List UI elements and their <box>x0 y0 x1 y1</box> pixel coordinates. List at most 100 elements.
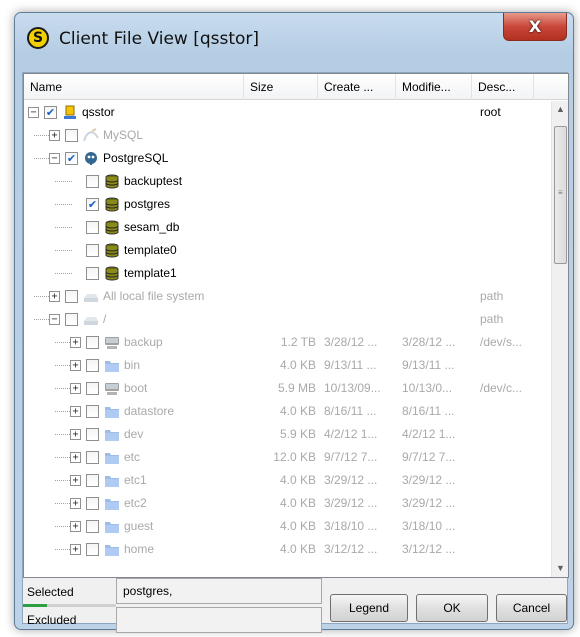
client-file-view-window: S Client File View [qsstor] X Name Size … <box>14 12 574 633</box>
tree-row-size: 4.0 KB <box>279 542 316 556</box>
tree-row[interactable]: − ✔ PostgreSQL <box>24 147 551 170</box>
tree-row-checkbox[interactable] <box>86 267 99 280</box>
tree-row-checkbox[interactable]: ✔ <box>65 152 78 165</box>
column-header-name[interactable]: Name <box>24 74 244 100</box>
tree-row-modified: 9/13/11 ... <box>402 358 455 372</box>
column-header-size[interactable]: Size <box>244 74 318 100</box>
tree-row[interactable]: + All local file system path <box>24 285 551 308</box>
selection-progress <box>23 604 116 607</box>
tree-row[interactable]: template0 <box>24 239 551 262</box>
expand-icon[interactable]: + <box>70 360 81 371</box>
collapse-icon[interactable]: − <box>49 314 60 325</box>
scrollbar-thumb[interactable]: ≡ <box>554 126 567 264</box>
tree-row[interactable]: + guest 4.0 KB 3/18/10 ... 3/18/10 ... <box>24 515 551 538</box>
expand-icon[interactable]: + <box>70 406 81 417</box>
tree-row[interactable]: + dev 5.9 KB 4/2/12 1... 4/2/12 1... <box>24 423 551 446</box>
tree-row[interactable]: + etc1 4.0 KB 3/29/12 ... 3/29/12 ... <box>24 469 551 492</box>
tree-connector-line <box>55 273 72 274</box>
tree-row-checkbox[interactable] <box>86 405 99 418</box>
tree-row-checkbox[interactable] <box>86 428 99 441</box>
cancel-button[interactable]: Cancel <box>496 594 567 622</box>
close-button[interactable]: X <box>503 13 567 41</box>
tree-row-size: 5.9 MB <box>277 381 316 395</box>
tree-row[interactable]: + datastore 4.0 KB 8/16/11 ... 8/16/11 ... <box>24 400 551 423</box>
column-header-created[interactable]: Create ... <box>318 74 396 100</box>
tree-row[interactable]: + MySQL <box>24 124 551 147</box>
expand-icon[interactable]: + <box>49 130 60 141</box>
tree-row-checkbox[interactable] <box>86 175 99 188</box>
tree-row-desc: path <box>480 289 504 303</box>
file-tree-grid: Name Size Create ... Modifie... Desc... … <box>23 73 569 578</box>
expand-icon[interactable]: + <box>70 429 81 440</box>
tree-row-label: MySQL <box>103 128 144 142</box>
expand-icon[interactable]: + <box>70 475 81 486</box>
drive-icon <box>83 289 99 304</box>
tree-row[interactable]: + backup 1.2 TB 3/28/12 ... 3/28/12 ... /dev/… <box>24 331 551 354</box>
selected-label: Selected <box>27 585 74 599</box>
folder-icon <box>104 450 120 465</box>
title-bar[interactable]: S Client File View [qsstor] X <box>15 13 573 65</box>
scrollbar-grip-icon: ≡ <box>558 188 563 197</box>
ok-button[interactable]: OK <box>416 594 488 622</box>
selected-field: postgres, <box>116 578 322 604</box>
drive-icon <box>83 312 99 327</box>
scroll-up-icon[interactable]: ▲ <box>552 101 568 118</box>
tree-row-label: sesam_db <box>124 220 180 234</box>
expand-icon[interactable]: + <box>49 291 60 302</box>
tree-row-checkbox[interactable] <box>86 543 99 556</box>
tree-row-label: bin <box>124 358 141 372</box>
tree-row[interactable]: sesam_db <box>24 216 551 239</box>
collapse-icon[interactable]: − <box>49 153 60 164</box>
tree-row-checkbox[interactable] <box>86 474 99 487</box>
tree-connector-line <box>55 227 72 228</box>
legend-button[interactable]: Legend <box>330 594 408 622</box>
tree-row-label: template0 <box>124 243 177 257</box>
collapse-icon[interactable]: − <box>28 107 39 118</box>
expand-icon[interactable]: + <box>70 383 81 394</box>
folder-icon <box>104 427 120 442</box>
scroll-down-icon[interactable]: ▼ <box>552 560 568 577</box>
folder-icon <box>104 519 120 534</box>
tree-row[interactable]: backuptest <box>24 170 551 193</box>
tree-row-checkbox[interactable] <box>65 129 78 142</box>
tree-row[interactable]: + etc2 4.0 KB 3/29/12 ... 3/29/12 ... <box>24 492 551 515</box>
tree-row-checkbox[interactable] <box>86 359 99 372</box>
tree-row-label: guest <box>124 519 154 533</box>
tree-row-size: 12.0 KB <box>273 450 316 464</box>
tree-row-modified: 10/13/0... <box>402 381 453 395</box>
expand-icon[interactable]: + <box>70 498 81 509</box>
tree-row-checkbox[interactable] <box>86 497 99 510</box>
expand-icon[interactable]: + <box>70 521 81 532</box>
tree-row[interactable]: + etc 12.0 KB 9/7/12 7... 9/7/12 7... <box>24 446 551 469</box>
tree-row-created: 10/13/09... <box>324 381 381 395</box>
vertical-scrollbar[interactable]: ▲ ≡ ▼ <box>551 101 568 577</box>
tree-row[interactable]: + home 4.0 KB 3/12/12 ... 3/12/12 ... <box>24 538 551 561</box>
tree-row-checkbox[interactable]: ✔ <box>44 106 57 119</box>
tree-row-checkbox[interactable] <box>86 382 99 395</box>
expand-icon[interactable]: + <box>70 544 81 555</box>
tree-row-checkbox[interactable] <box>86 451 99 464</box>
tree-row[interactable]: − ✔ qsstor root <box>24 101 551 124</box>
tree-row-checkbox[interactable]: ✔ <box>86 198 99 211</box>
tree-row[interactable]: + boot 5.9 MB 10/13/09... 10/13/0... /dev/c..… <box>24 377 551 400</box>
tree-row-desc: /dev/c... <box>480 381 523 395</box>
tree-row[interactable]: − / path <box>24 308 551 331</box>
tree-row-checkbox[interactable] <box>86 244 99 257</box>
tree-row[interactable]: + bin 4.0 KB 9/13/11 ... 9/13/11 ... <box>24 354 551 377</box>
tree-row-checkbox[interactable] <box>86 221 99 234</box>
column-header-modified[interactable]: Modifie... <box>396 74 472 100</box>
column-header-description[interactable]: Desc... <box>472 74 534 100</box>
tree-row-size: 4.0 KB <box>279 404 316 418</box>
expand-icon[interactable]: + <box>70 452 81 463</box>
tree-row-checkbox[interactable] <box>65 290 78 303</box>
tree-row-checkbox[interactable] <box>65 313 78 326</box>
database-icon <box>104 174 120 189</box>
tree-row-label: backuptest <box>124 174 183 188</box>
expand-icon[interactable]: + <box>70 337 81 348</box>
tree-row-checkbox[interactable] <box>86 336 99 349</box>
tree-row[interactable]: ✔ postgres <box>24 193 551 216</box>
tree-row-size: 4.0 KB <box>279 496 316 510</box>
tree-row-label: qsstor <box>82 105 115 119</box>
tree-row[interactable]: template1 <box>24 262 551 285</box>
tree-row-checkbox[interactable] <box>86 520 99 533</box>
